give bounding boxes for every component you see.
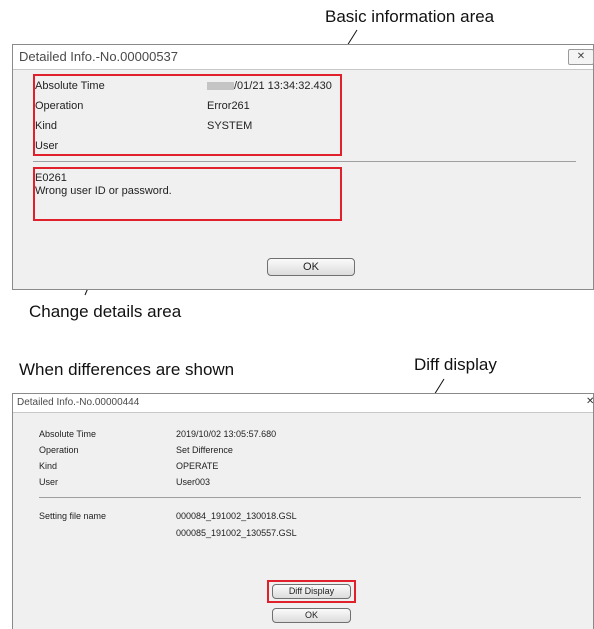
setting-file-2: 000085_191002_130557.GSL: [176, 528, 297, 538]
absolute-time-label: Absolute Time: [39, 429, 97, 439]
operation-label: Operation: [39, 445, 79, 455]
kind-label: Kind: [39, 461, 58, 471]
dialog-1-separator: [33, 161, 576, 162]
detailed-info-dialog-2: Detailed Info.-No.00000444 ✕ Absolute Ti…: [12, 393, 594, 629]
change-details-area-highlight: [33, 167, 342, 221]
operation-value: Set Difference: [176, 445, 233, 455]
basic-info-area-highlight: [33, 74, 342, 156]
user-label: User: [39, 477, 59, 487]
close-icon[interactable]: ✕: [586, 396, 594, 407]
diff-display-button[interactable]: Diff Display: [272, 584, 351, 599]
detailed-info-dialog-1: Detailed Info.-No.00000537 ✕ Absolute Ti…: [12, 44, 594, 290]
dialog-1-titlebar: Detailed Info.-No.00000537 ✕: [13, 45, 594, 70]
close-button[interactable]: ✕: [568, 49, 594, 65]
close-icon: ✕: [576, 51, 586, 62]
dialog-2-title: Detailed Info.-No.00000444: [17, 397, 140, 408]
ok-button[interactable]: OK: [267, 258, 355, 276]
setting-file-1: 000084_191002_130018.GSL: [176, 511, 297, 521]
dialog-1-title: Detailed Info.-No.00000537: [19, 49, 179, 64]
dialog-2-titlebar: Detailed Info.-No.00000444 ✕: [13, 394, 594, 413]
ok-button[interactable]: OK: [272, 608, 351, 623]
absolute-time-value: 2019/10/02 13:05:57.680: [176, 429, 277, 439]
user-value: User003: [176, 477, 211, 487]
kind-value: OPERATE: [176, 461, 219, 471]
setting-file-label: Setting file name: [39, 511, 107, 521]
dialog-2-separator: [39, 497, 581, 498]
